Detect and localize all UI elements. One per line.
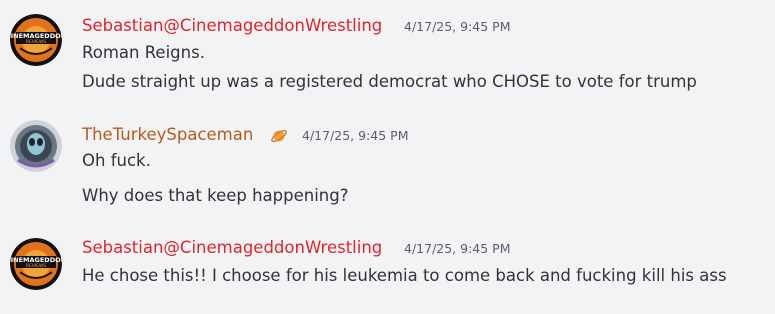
message-text: Oh fuck. [82, 151, 151, 170]
message-timestamp: 4/17/25, 9:45 PM [404, 241, 511, 256]
message-group: CINEMAGEDDON REVIEWS Sebastian@Cinemaged… [0, 220, 775, 314]
message-timestamp: 4/17/25, 9:45 PM [302, 128, 409, 143]
message-group: TheTurkeySpaceman 4/17/25, 9:45 PM Oh fu… [0, 100, 775, 220]
username[interactable]: Sebastian@CinemageddonWrestling [82, 237, 382, 259]
username[interactable]: TheTurkeySpaceman [82, 124, 253, 146]
svg-text:CINEMAGEDDON: CINEMAGEDDON [10, 32, 62, 40]
svg-text:REVIEWS: REVIEWS [26, 39, 47, 45]
cinemageddon-logo-icon[interactable]: CINEMAGEDDON REVIEWS [10, 238, 62, 290]
message-text: He chose this!! I choose for his leukemi… [82, 266, 727, 285]
planet-badge-icon[interactable] [270, 127, 288, 145]
svg-text:REVIEWS: REVIEWS [26, 263, 47, 269]
cinemageddon-logo-icon[interactable]: CINEMAGEDDON REVIEWS [10, 14, 62, 66]
message-group: CINEMAGEDDON REVIEWS Sebastian@Cinemaged… [0, 0, 775, 100]
chat-message-list: CINEMAGEDDON REVIEWS Sebastian@Cinemaged… [0, 0, 775, 314]
username[interactable]: Sebastian@CinemageddonWrestling [82, 15, 382, 37]
message-text: Dude straight up was a registered democr… [82, 72, 697, 91]
message-text: Roman Reigns. [82, 43, 205, 62]
message-text: Why does that keep happening? [82, 186, 349, 205]
alien-helmet-avatar-icon[interactable] [10, 120, 62, 172]
svg-text:CINEMAGEDDON: CINEMAGEDDON [10, 256, 62, 264]
message-timestamp: 4/17/25, 9:45 PM [404, 19, 511, 34]
